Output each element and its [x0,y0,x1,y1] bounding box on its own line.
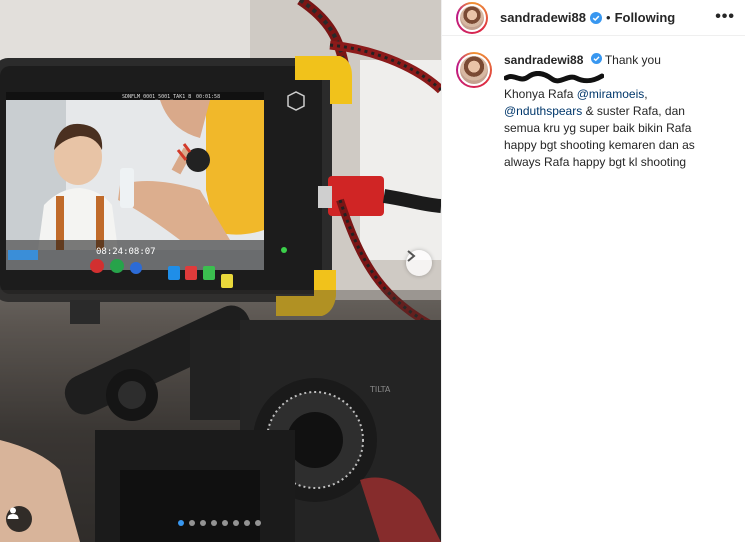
caption-line-2-text: Khonya Rafa [504,87,577,101]
header-separator: • [606,10,611,25]
photo-scene: 08:24:08:07 SDNFLM_0001_5001_TAK1_B 00:0… [0,0,441,542]
following-button[interactable]: Following [615,10,676,25]
caption-line-2-tail: , [644,87,648,101]
monitor-filename: SDNFLM_0001_5001_TAK1_B [122,94,191,100]
carousel-indicator [178,520,261,526]
caption-line-5: happy bgt shooting kemaren dan as [504,138,695,152]
user-icon [7,507,19,519]
next-photo-button[interactable] [406,250,432,276]
monitor-time: 00:01:58 [196,94,220,100]
post-caption: sandradewi88 Thank you Khonya Rafa @mira… [442,36,745,171]
redacted-mention-scribble [504,70,604,84]
mention-link[interactable]: @miramoeis [577,87,645,101]
verified-badge-icon [590,53,602,64]
caption-text: sandradewi88 Thank you Khonya Rafa @mira… [504,52,731,171]
svg-text:TILTA: TILTA [369,385,391,394]
verified-badge-icon [590,11,602,24]
header-username[interactable]: sandradewi88 [500,10,586,25]
carousel-dot [178,520,184,526]
avatar[interactable] [456,1,488,34]
carousel-dot [189,520,195,526]
carousel-dot [244,520,250,526]
caption-line-4: semua kru yg super baik bikin Rafa [504,121,692,135]
caption-username[interactable]: sandradewi88 [504,53,583,67]
carousel-dot [233,520,239,526]
tagged-users-button[interactable] [6,506,32,532]
caption-line-6: always Rafa happy bgt kl shooting [504,155,687,169]
caption-line-3-text: & suster Rafa, dan [582,104,685,118]
carousel-dot [255,520,261,526]
post-side-panel: sandradewi88 • Following ••• sandradewi8… [441,0,745,542]
post-photo[interactable]: 08:24:08:07 SDNFLM_0001_5001_TAK1_B 00:0… [0,0,441,542]
caption-line-1: Thank you [604,53,661,67]
caption-avatar[interactable] [456,52,492,88]
mention-link[interactable]: @nduthspears [504,104,582,118]
monitor-timecode-overlay: 08:24:08:07 [96,247,156,257]
more-options-icon[interactable]: ••• [715,9,735,25]
carousel-dot [211,520,217,526]
carousel-dot [222,520,228,526]
chevron-right-icon [407,250,416,262]
post-header: sandradewi88 • Following ••• [442,0,745,36]
carousel-dot [200,520,206,526]
